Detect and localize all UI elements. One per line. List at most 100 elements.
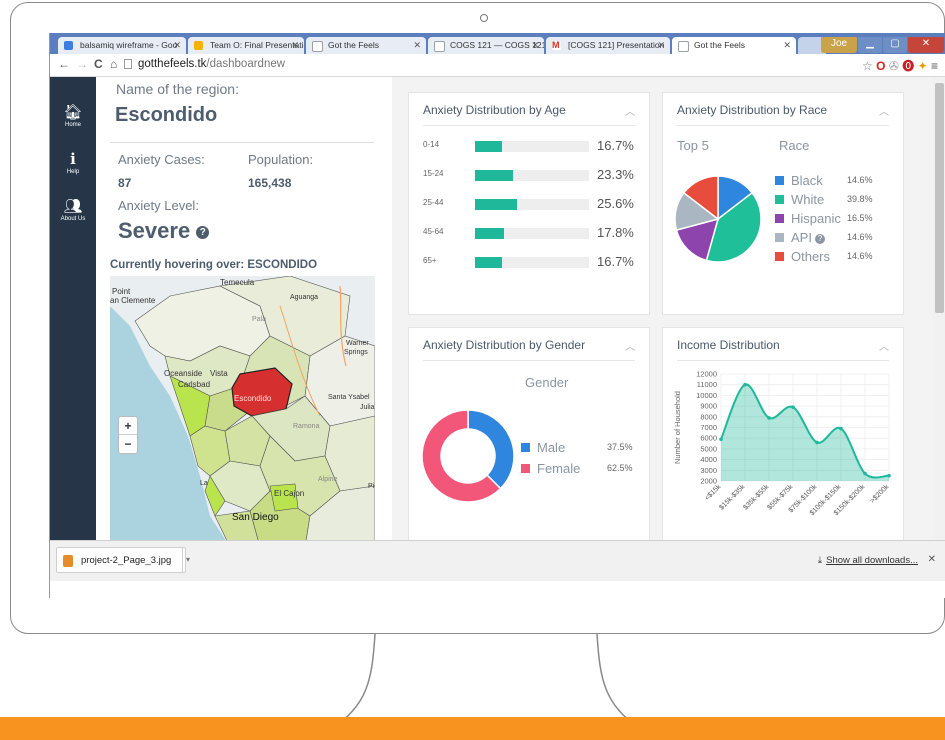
- data-point[interactable]: [887, 473, 891, 478]
- sidebar-item-help[interactable]: i Help: [50, 150, 96, 175]
- tab-team-o[interactable]: Team O: Final Presentatio ✕: [188, 37, 304, 54]
- tab-got-the-feels-1[interactable]: Got the Feels ✕: [306, 37, 426, 54]
- legend-swatch: [521, 443, 530, 452]
- data-point[interactable]: [767, 416, 771, 420]
- opera-icon[interactable]: O: [876, 59, 885, 73]
- slides-icon: [194, 41, 203, 50]
- sidebar-item-home[interactable]: 🏠︎ Home: [50, 103, 96, 128]
- divider: [423, 125, 635, 126]
- tab-got-the-feels-active[interactable]: Got the Feels ✕: [672, 37, 796, 54]
- zoom-out-button[interactable]: −: [119, 435, 137, 453]
- tab-label: COGS 121 — COGS 121:: [450, 40, 544, 50]
- age-percent: 16.7%: [597, 254, 634, 269]
- help-icon[interactable]: ?: [814, 233, 825, 244]
- close-icon[interactable]: ✕: [291, 37, 299, 54]
- chevron-down-icon[interactable]: ▾: [186, 555, 190, 564]
- menu-icon[interactable]: ≡: [931, 59, 938, 73]
- age-distribution-card: Anxiety Distribution by Age ︿ 0-14 16.7% 1…: [408, 92, 650, 315]
- close-icon[interactable]: ✕: [413, 37, 421, 54]
- url-field[interactable]: gotthefeels.tk/dashboardnew: [138, 58, 285, 70]
- divider: [110, 142, 374, 143]
- legend-item: API? 14.6%: [775, 230, 895, 246]
- data-point[interactable]: [815, 440, 819, 445]
- bar-track: [475, 257, 589, 268]
- legend-percent: 14.6%: [847, 251, 873, 261]
- map-label: Julia: [360, 404, 375, 411]
- y-tick-label: 7000: [700, 423, 717, 432]
- user-badge[interactable]: Joe: [821, 37, 857, 53]
- bar-fill: [475, 141, 503, 152]
- chevron-up-icon[interactable]: ︿: [625, 338, 635, 353]
- help-icon[interactable]: ?: [196, 225, 210, 239]
- map-label: Oceanside: [164, 369, 203, 378]
- close-icon[interactable]: ✕: [531, 37, 539, 54]
- data-point[interactable]: [719, 437, 723, 442]
- back-arrow-icon[interactable]: ←: [58, 57, 70, 71]
- map-label: El Cajon: [274, 489, 305, 498]
- bar-fill: [475, 228, 504, 239]
- map-label: Carlsbad: [178, 380, 211, 389]
- map-label: Point: [112, 287, 131, 296]
- close-icon[interactable]: ✕: [783, 37, 791, 54]
- pinterest-icon[interactable]: ⓿: [902, 59, 914, 73]
- data-point[interactable]: [863, 471, 867, 476]
- download-item[interactable]: project-2_Page_3.jpg: [56, 547, 186, 573]
- browser-window: balsamiq wireframe - Goo ✕ Team O: Final…: [49, 33, 945, 598]
- donut-slice-male[interactable]: [467, 409, 515, 490]
- reload-icon[interactable]: C: [94, 57, 103, 71]
- info-icon: i: [70, 150, 76, 168]
- tab-gmail[interactable]: M [COGS 121] Presentation ✕: [546, 37, 670, 54]
- anxiety-level-value: Severe ?: [118, 218, 210, 244]
- star-icon[interactable]: ☆: [862, 59, 873, 73]
- data-point[interactable]: [791, 405, 795, 409]
- legend-item: Others 14.6%: [775, 249, 895, 265]
- zoom-in-button[interactable]: +: [119, 417, 137, 435]
- legend-percent: 39.8%: [847, 194, 873, 204]
- maximize-button[interactable]: ▢: [883, 37, 907, 53]
- user-name: Joe: [830, 38, 848, 49]
- close-icon[interactable]: ✕: [928, 554, 936, 565]
- color-picker-icon[interactable]: ✦: [918, 59, 928, 73]
- data-point[interactable]: [743, 382, 747, 387]
- gender-label: Gender: [525, 375, 569, 390]
- home-icon[interactable]: ⌂: [110, 57, 117, 71]
- y-tick-label: 12000: [696, 370, 717, 379]
- legend-swatch: [775, 176, 784, 185]
- extension-icon[interactable]: ✇: [889, 59, 899, 73]
- tab-balsamiq[interactable]: balsamiq wireframe - Goo ✕: [58, 37, 186, 54]
- sidebar-item-about-us[interactable]: 👥︎ About Us: [50, 197, 96, 222]
- page-icon: [678, 41, 689, 52]
- card-title: Income Distribution: [677, 338, 780, 352]
- region-name: Escondido: [115, 104, 218, 126]
- scrollbar[interactable]: [933, 77, 945, 540]
- page-icon: [124, 59, 132, 69]
- region-map[interactable]: Temecula Point an Clemente Aguanga Pala …: [110, 276, 375, 547]
- home-icon: 🏠︎: [63, 104, 83, 121]
- minimize-button[interactable]: ▁: [858, 37, 882, 53]
- legend-item: White 39.8%: [775, 192, 895, 208]
- data-point[interactable]: [839, 426, 843, 431]
- scrollbar-thumb[interactable]: [935, 83, 944, 313]
- bar-track: [475, 199, 589, 210]
- close-icon[interactable]: ✕: [657, 37, 665, 54]
- tab-cogs121[interactable]: COGS 121 — COGS 121: ✕: [428, 37, 544, 54]
- chevron-up-icon[interactable]: ︿: [625, 103, 635, 118]
- population-value: 165,438: [248, 176, 292, 190]
- show-all-downloads-link[interactable]: ⤓ Show all downloads...: [818, 555, 918, 566]
- map-label: La: [200, 480, 208, 487]
- chevron-up-icon[interactable]: ︿: [879, 338, 889, 353]
- map-label: Alpine: [318, 476, 338, 483]
- age-row: 45-64 17.8%: [409, 225, 649, 241]
- close-icon[interactable]: ✕: [173, 37, 181, 54]
- bar-track: [475, 141, 589, 152]
- close-window-button[interactable]: ✕: [908, 37, 944, 53]
- escondido-region: [231, 367, 293, 417]
- legend-item: Black 14.6%: [775, 173, 895, 189]
- region-name-label: Name of the region:: [116, 81, 239, 97]
- forward-arrow-icon[interactable]: →: [76, 57, 88, 71]
- anxiety-cases-value: 87: [118, 176, 132, 190]
- chevron-up-icon[interactable]: ︿: [879, 103, 889, 118]
- zoom-control: + −: [118, 416, 138, 454]
- age-row: 0-14 16.7%: [409, 138, 649, 154]
- legend-item: Hispanic 16.5%: [775, 211, 895, 227]
